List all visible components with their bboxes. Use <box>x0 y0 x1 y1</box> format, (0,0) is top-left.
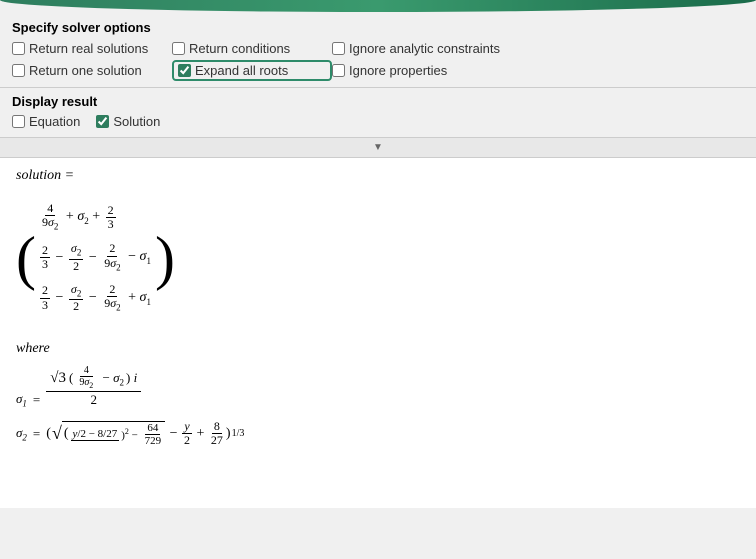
sigma2-sqrt: √ ( y/2 − 8/27 )2 − 64 729 <box>52 421 165 447</box>
sigma2-def: σ2 = ( √ ( y/2 − 8/27 )2 − 64 729 <box>16 420 740 447</box>
matrix-row-3: 2 3 − σ2 2 − 2 9σ2 + σ1 <box>40 283 151 313</box>
checkbox-ignore-properties[interactable]: Ignore properties <box>332 60 552 81</box>
checkbox-ignore-properties-input[interactable] <box>332 64 345 77</box>
frac-sigma2-2-row3: σ2 2 <box>69 283 83 313</box>
checkbox-real-solutions-input[interactable] <box>12 42 25 55</box>
sigma1-equals: = <box>33 392 40 408</box>
checkbox-solution-label: Solution <box>113 114 160 129</box>
frac-2-9sigma2-row3: 2 9σ2 <box>102 283 122 313</box>
checkbox-solution-input[interactable] <box>96 115 109 128</box>
checkbox-equation[interactable]: Equation <box>12 114 80 129</box>
solution-label: solution = <box>16 168 740 184</box>
checkbox-ignore-properties-label: Ignore properties <box>349 63 447 78</box>
where-section: where <box>16 341 740 357</box>
checkbox-conditions-input[interactable] <box>172 42 185 55</box>
sigma1-label: σ1 <box>16 391 27 409</box>
display-options: Equation Solution <box>12 114 744 129</box>
checkbox-expand-roots[interactable]: Expand all roots <box>172 60 332 81</box>
options-grid: Return real solutions Return conditions … <box>12 41 744 81</box>
matrix-row-1: 4 9σ2 + σ2 + 2 3 <box>40 202 151 232</box>
frac-4-9s2-sigma1: 4 9σ2 <box>75 365 97 391</box>
sigma2-equals: = <box>33 426 40 442</box>
result-panel: solution = ( 4 9σ2 + σ2 + 2 3 2 <box>0 158 756 508</box>
frac-4-9sigma2: 4 9σ2 <box>40 202 60 232</box>
sigma1-denominator: 2 <box>87 392 102 408</box>
matrix-rows: 4 9σ2 + σ2 + 2 3 2 3 − σ2 2 <box>36 196 155 319</box>
checkbox-real-solutions[interactable]: Return real solutions <box>12 41 172 56</box>
frac-y2-8-27: y/2 − 8/27 <box>71 428 120 441</box>
cube-root-exponent: 1/3 <box>232 428 245 439</box>
checkbox-one-solution[interactable]: Return one solution <box>12 60 172 81</box>
sigma2-label: σ2 <box>16 425 27 443</box>
frac-2-3-row3: 2 3 <box>40 284 50 311</box>
checkbox-analytic-constraints-input[interactable] <box>332 42 345 55</box>
matrix-row-2: 2 3 − σ2 2 − 2 9σ2 − σ1 <box>40 242 151 272</box>
where-label: where <box>16 341 50 356</box>
solver-options-title: Specify solver options <box>12 20 744 35</box>
display-result-section: Display result Equation Solution <box>0 88 756 138</box>
sigma1-fraction: √3 ( 4 9σ2 − σ2 ) i 2 <box>46 365 141 408</box>
frac-8-27: 8 27 <box>209 420 225 447</box>
frac-y-2: y 2 <box>182 420 192 447</box>
checkbox-real-solutions-label: Return real solutions <box>29 41 148 56</box>
top-wave <box>0 0 756 12</box>
frac-2-3-row2: 2 3 <box>40 244 50 271</box>
frac-2-3-row1: 2 3 <box>106 204 116 231</box>
sigma2-sqrt-content: ( y/2 − 8/27 )2 − 64 729 <box>62 421 165 447</box>
checkbox-equation-input[interactable] <box>12 115 25 128</box>
checkbox-conditions-label: Return conditions <box>189 41 290 56</box>
matrix-solution: ( 4 9σ2 + σ2 + 2 3 2 3 − <box>16 196 175 319</box>
checkbox-equation-label: Equation <box>29 114 80 129</box>
sigma2-expression: ( √ ( y/2 − 8/27 )2 − 64 729 − <box>46 420 244 447</box>
checkbox-analytic-constraints-label: Ignore analytic constraints <box>349 41 500 56</box>
left-paren: ( <box>16 228 36 288</box>
checkbox-conditions[interactable]: Return conditions <box>172 41 332 56</box>
checkbox-analytic-constraints[interactable]: Ignore analytic constraints <box>332 41 552 56</box>
checkbox-one-solution-input[interactable] <box>12 64 25 77</box>
frac-2-9sigma2-row2: 2 9σ2 <box>102 242 122 272</box>
sigma1-numerator-content: ( 4 9σ2 − σ2 ) i <box>69 365 137 391</box>
frac-sigma2-2-row2: σ2 2 <box>69 242 83 272</box>
sigma1-def: σ1 = √3 ( 4 9σ2 − σ2 ) i 2 <box>16 365 740 408</box>
display-result-title: Display result <box>12 94 744 109</box>
checkbox-one-solution-label: Return one solution <box>29 63 142 78</box>
checkbox-solution[interactable]: Solution <box>96 114 160 129</box>
sqrt3-symbol: √3 <box>50 370 66 387</box>
arrow-divider: ▼ <box>0 138 756 158</box>
sqrt-big-symbol: √ <box>52 423 62 444</box>
solver-options-panel: Specify solver options Return real solut… <box>0 12 756 88</box>
right-paren: ) <box>155 228 175 288</box>
checkbox-expand-roots-label: Expand all roots <box>195 63 288 78</box>
checkbox-expand-roots-input[interactable] <box>178 64 191 77</box>
frac-64-729: 64 729 <box>143 422 164 447</box>
